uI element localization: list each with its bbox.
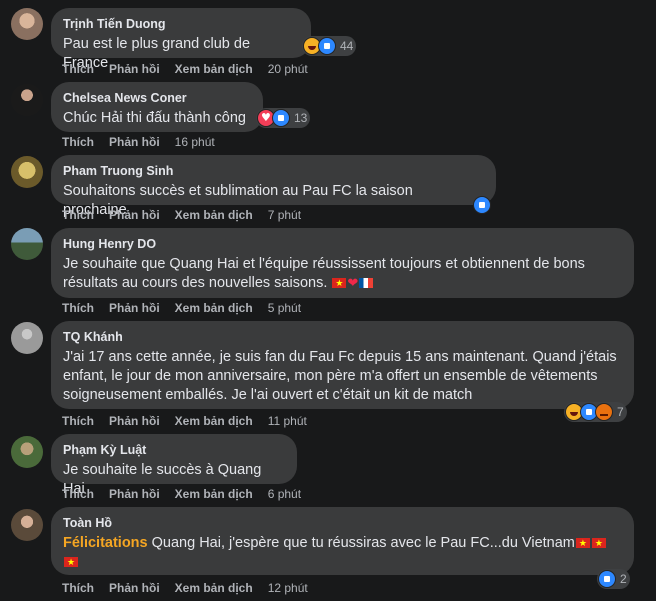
reaction-summary[interactable]: 13 [256,108,311,128]
avatar[interactable] [11,509,43,541]
reply-button[interactable]: Phản hồi [109,208,160,222]
like-icon [318,37,336,55]
translate-button[interactable]: Xem bản dịch [175,581,253,595]
like-button[interactable]: Thích [62,414,94,428]
translate-button[interactable]: Xem bản dịch [175,62,253,76]
translate-button[interactable]: Xem bản dịch [175,487,253,501]
commenter-name[interactable]: Pham Truong Sinh [63,163,484,179]
france-flag-icon [359,278,374,288]
avatar[interactable] [11,436,43,468]
like-button[interactable]: Thích [62,62,94,76]
avatar[interactable] [11,228,43,260]
commenter-name[interactable]: TQ Khánh [63,329,622,345]
comment-bubble: Pham Truong Sinh Souhaitons succès et su… [51,155,496,218]
comment-bubble: Chelsea News Coner Chúc Hải thi đấu thàn… [51,82,263,132]
translate-button[interactable]: Xem bản dịch [175,414,253,428]
reply-button[interactable]: Phản hồi [109,301,160,315]
reply-button[interactable]: Phản hồi [109,414,160,428]
comment-actions: Thích Phản hồi Xem bản dịch 12 phút [62,581,308,595]
like-button[interactable]: Thích [62,301,94,315]
commenter-name[interactable]: Phạm Kỳ Luật [63,442,285,458]
timestamp[interactable]: 12 phút [268,581,308,595]
reaction-summary[interactable]: 44 [302,36,357,56]
reply-button[interactable]: Phản hồi [109,487,160,501]
comment-actions: Thích Phản hồi 16 phút [62,135,215,149]
heart-icon: ❤ [347,276,359,291]
timestamp[interactable]: 16 phút [175,135,215,149]
timestamp[interactable]: 5 phút [268,301,301,315]
reaction-summary[interactable] [472,195,491,215]
timestamp[interactable]: 20 phút [268,62,308,76]
avatar[interactable] [11,8,43,40]
comment-actions: Thích Phản hồi Xem bản dịch 6 phút [62,487,301,501]
vietnam-flag-icon [332,275,347,294]
vietnam-flag-icon [64,554,78,573]
highlighted-word[interactable]: Félicitations [63,535,148,551]
commenter-name[interactable]: Hung Henry DO [63,236,622,252]
like-icon [473,196,491,214]
like-button[interactable]: Thích [62,208,94,222]
reaction-summary[interactable]: 2 [597,569,630,589]
timestamp[interactable]: 6 phút [268,487,301,501]
comment-bubble: TQ Khánh J'ai 17 ans cette année, je sui… [51,321,634,409]
avatar[interactable] [11,156,43,188]
reaction-summary[interactable]: 7 [564,402,627,422]
comment-actions: Thích Phản hồi Xem bản dịch 5 phút [62,301,301,315]
reply-button[interactable]: Phản hồi [109,62,160,76]
like-button[interactable]: Thích [62,487,94,501]
vietnam-flag-icon [575,535,590,554]
like-icon [272,109,290,127]
reaction-count: 7 [617,405,624,419]
reply-button[interactable]: Phản hồi [109,135,160,149]
comment-bubble: Hung Henry DO Je souhaite que Quang Hai … [51,228,634,298]
commenter-name[interactable]: Toàn Hồ [63,515,622,531]
reaction-count: 44 [340,39,354,53]
reaction-count: 13 [294,111,308,125]
like-button[interactable]: Thích [62,135,94,149]
comment-bubble: Trịnh Tiến Duong Pau est le plus grand c… [51,8,311,71]
comment-bubble: Toàn Hồ Félicitations Quang Hai, j'espèr… [51,507,634,575]
commenter-name[interactable]: Chelsea News Coner [63,90,251,106]
avatar[interactable] [11,322,43,354]
angry-icon [595,403,613,421]
comment-actions: Thích Phản hồi Xem bản dịch 20 phút [62,62,308,76]
comment-text: Félicitations Quang Hai, j'espère que tu… [63,534,622,573]
vietnam-flag-icon [591,535,606,554]
comment-actions: Thích Phản hồi Xem bản dịch 7 phút [62,208,301,222]
timestamp[interactable]: 7 phút [268,208,301,222]
like-icon [598,570,616,588]
translate-button[interactable]: Xem bản dịch [175,301,253,315]
avatar[interactable] [11,84,43,116]
timestamp[interactable]: 11 phút [268,414,307,428]
comment-text: Chúc Hải thi đấu thành công [63,110,246,126]
comment-actions: Thích Phản hồi Xem bản dịch 11 phút [62,414,307,428]
like-button[interactable]: Thích [62,581,94,595]
comment-text: Je souhaite que Quang Hai et l'équipe ré… [63,255,622,294]
translate-button[interactable]: Xem bản dịch [175,208,253,222]
reply-button[interactable]: Phản hồi [109,581,160,595]
comment-bubble: Phạm Kỳ Luật Je souhaite le succès à Qua… [51,434,297,497]
commenter-name[interactable]: Trịnh Tiến Duong [63,16,299,32]
reaction-count: 2 [620,572,627,586]
comment-text: J'ai 17 ans cette année, je suis fan du … [63,349,617,403]
